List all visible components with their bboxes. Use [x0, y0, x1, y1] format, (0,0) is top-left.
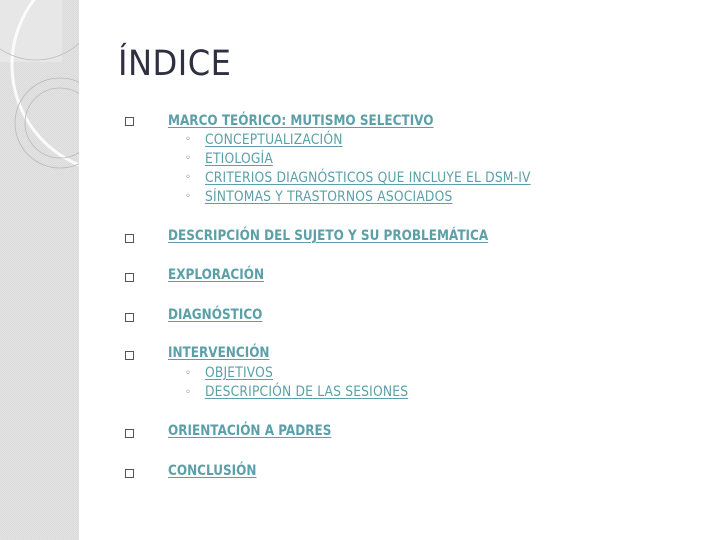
square-outline-icon — [125, 351, 134, 360]
square-outline-icon — [125, 469, 134, 478]
circle-outline-icon: ◦ — [185, 172, 191, 183]
toc-link-sintomas-trastornos[interactable]: SÍNTOMAS Y TRASTORNOS ASOCIADOS — [205, 189, 452, 205]
decorative-ring-outer — [14, 77, 79, 169]
toc-link-conclusion[interactable]: CONCLUSIÓN — [168, 463, 256, 479]
toc-link-descripcion-sesiones[interactable]: DESCRIPCIÓN DE LAS SESIONES — [205, 384, 408, 400]
toc-link-diagnostico[interactable]: DIAGNÓSTICO — [168, 307, 262, 323]
circle-outline-icon: ◦ — [185, 387, 191, 398]
circle-outline-icon: ◦ — [185, 153, 191, 164]
toc-link-orientacion-padres[interactable]: ORIENTACIÓN A PADRES — [168, 423, 331, 439]
circle-outline-icon: ◦ — [185, 134, 191, 145]
toc-link-descripcion-sujeto[interactable]: DESCRIPCIÓN DEL SUJETO Y SU PROBLEMÁTICA — [168, 228, 488, 244]
decorative-square — [0, 0, 62, 62]
square-outline-icon — [125, 429, 134, 438]
decorative-side-panel — [0, 0, 79, 540]
circle-outline-icon: ◦ — [185, 191, 191, 202]
toc-link-exploracion[interactable]: EXPLORACIÓN — [168, 267, 264, 283]
toc-link-marco-teorico[interactable]: MARCO TEÓRICO: MUTISMO SELECTIVO — [168, 113, 434, 129]
slide-title: ÍNDICE — [118, 44, 232, 84]
toc-link-conceptualizacion[interactable]: CONCEPTUALIZACIÓN — [205, 132, 343, 148]
circle-outline-icon: ◦ — [185, 368, 191, 379]
square-outline-icon — [125, 117, 134, 126]
toc-link-criterios-diagnosticos[interactable]: CRITERIOS DIAGNÓSTICOS QUE INCLUYE EL DS… — [205, 170, 531, 186]
decorative-circles — [0, 0, 79, 169]
square-outline-icon — [125, 273, 134, 282]
toc-link-etiologia[interactable]: ETIOLOGÍA — [205, 151, 273, 167]
toc-link-intervencion[interactable]: INTERVENCIÓN — [168, 345, 270, 361]
square-outline-icon — [125, 313, 134, 322]
square-outline-icon — [125, 234, 134, 243]
toc-link-objetivos[interactable]: OBJETIVOS — [205, 365, 273, 381]
